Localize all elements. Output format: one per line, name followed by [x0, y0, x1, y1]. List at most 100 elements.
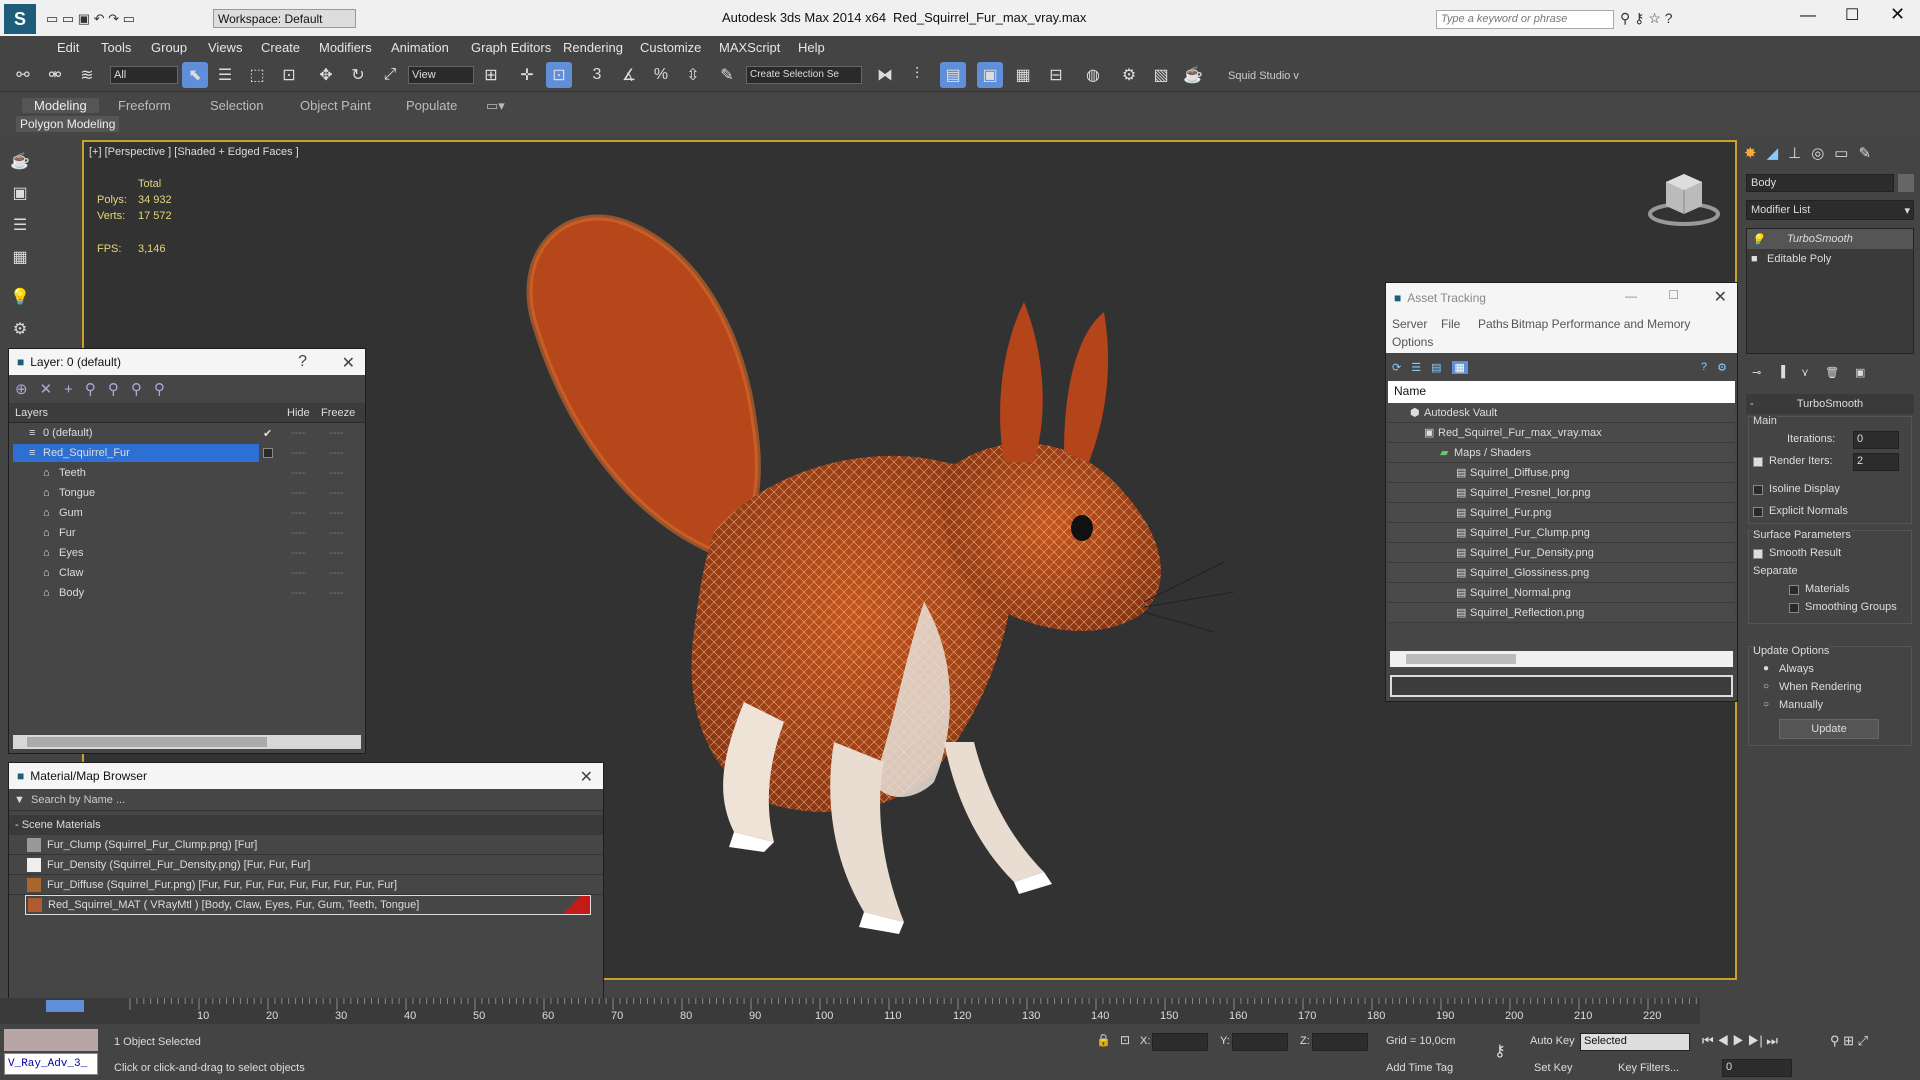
material-close-icon[interactable]: ✕: [580, 767, 593, 787]
playback-controls-icon[interactable]: ⏮ ◀ ▶ ▶| ⏭: [1702, 1033, 1778, 1049]
modifier-stack[interactable]: 💡 TurboSmooth ■ Editable Poly: [1746, 228, 1914, 354]
freeze-col[interactable]: Freeze: [321, 407, 355, 419]
search-dropdown-icon[interactable]: ▼: [14, 794, 25, 806]
hide-col[interactable]: Hide: [287, 407, 310, 419]
make-unique-icon[interactable]: ⋎: [1801, 366, 1809, 379]
current-frame-field[interactable]: 0: [1722, 1059, 1792, 1077]
hierarchy-tab-icon[interactable]: ⊥: [1788, 144, 1801, 162]
asset-row[interactable]: ▤ Squirrel_Normal.png: [1388, 583, 1735, 603]
keyboard-shortcut-override-icon[interactable]: ⊡: [546, 62, 572, 88]
asset-minimize-icon[interactable]: —: [1625, 289, 1637, 303]
show-end-result-icon[interactable]: ▐: [1777, 366, 1785, 378]
timeline-ruler[interactable]: [120, 998, 1700, 1024]
highlight-layer-icon[interactable]: ⚲: [108, 380, 119, 398]
asset-name-header[interactable]: Name: [1388, 381, 1735, 403]
hide-all-icon[interactable]: ⚲: [131, 380, 142, 398]
polygon-modeling-panel[interactable]: Polygon Modeling: [16, 116, 120, 132]
percent-snap-icon[interactable]: %: [648, 62, 674, 88]
edit-named-selection-icon[interactable]: ✎: [714, 62, 740, 88]
always-radio[interactable]: ●: [1763, 663, 1769, 674]
hide-toggle[interactable]: ----: [291, 447, 306, 459]
asset-settings-icon[interactable]: ⚙: [1717, 361, 1727, 374]
menu-group[interactable]: Group: [151, 40, 187, 55]
maximize-button[interactable]: ☐: [1845, 5, 1859, 25]
y-coord-field[interactable]: [1232, 1033, 1288, 1051]
hide-toggle[interactable]: ----: [291, 507, 306, 519]
hide-toggle[interactable]: ----: [291, 427, 306, 439]
asset-row[interactable]: ▤ Squirrel_Reflection.png: [1388, 603, 1735, 623]
menu-graph-editors[interactable]: Graph Editors: [471, 40, 551, 55]
layer-object-row[interactable]: ⌂ Eyes ---- ----: [9, 543, 365, 563]
bulb-icon[interactable]: 💡: [1751, 233, 1765, 246]
check-icon[interactable]: ✔: [263, 427, 272, 440]
link-icon[interactable]: ⚯: [10, 62, 36, 88]
freeze-toggle[interactable]: ----: [329, 507, 344, 519]
spinner-snap-icon[interactable]: ⇳: [680, 62, 706, 88]
selection-set-dropdown[interactable]: Selected: [1580, 1033, 1690, 1051]
layer-close-icon[interactable]: ✕: [342, 353, 355, 373]
schematic-view-icon[interactable]: ⊟: [1043, 62, 1069, 88]
materials-checkbox[interactable]: [1789, 585, 1799, 595]
z-coord-field[interactable]: [1312, 1033, 1368, 1051]
remove-modifier-icon[interactable]: 🗑: [1825, 366, 1839, 379]
freeze-toggle[interactable]: ----: [329, 567, 344, 579]
workspace-dropdown[interactable]: Workspace: Default: [213, 9, 356, 28]
unlink-icon[interactable]: ⚮: [42, 62, 68, 88]
layers-col[interactable]: Layers: [15, 407, 48, 419]
asset-menu-server[interactable]: Server: [1392, 317, 1427, 331]
render-production-icon[interactable]: ☕: [1180, 62, 1206, 88]
select-in-layer-icon[interactable]: ⚲: [85, 380, 96, 398]
smoothing-groups-checkbox[interactable]: [1789, 603, 1799, 613]
asset-row[interactable]: ▤ Squirrel_Fur_Clump.png: [1388, 523, 1735, 543]
menu-rendering[interactable]: Rendering: [563, 40, 623, 55]
table-view-icon[interactable]: ▤: [1431, 361, 1441, 374]
render-setup-icon[interactable]: ⚙: [1116, 62, 1142, 88]
key-filters-button[interactable]: Key Filters...: [1618, 1062, 1679, 1074]
asset-scrollbar[interactable]: [1390, 651, 1733, 667]
set-key-button[interactable]: Set Key: [1534, 1062, 1573, 1074]
material-browser-window[interactable]: ■ Material/Map Browser ✕ ▼ Search by Nam…: [8, 762, 604, 1024]
select-by-name-icon[interactable]: ☰: [212, 62, 238, 88]
asset-tracking-titlebar[interactable]: ■ Asset Tracking — ☐ ✕: [1386, 283, 1737, 313]
minimize-button[interactable]: —: [1800, 7, 1816, 25]
isoline-checkbox[interactable]: [1753, 485, 1763, 495]
asset-row[interactable]: ▤ Squirrel_Fur_Density.png: [1388, 543, 1735, 563]
ribbon-options-icon[interactable]: ▭▾: [486, 98, 505, 114]
asset-row[interactable]: ⬢ Autodesk Vault: [1388, 403, 1735, 423]
asset-path-field[interactable]: [1390, 675, 1733, 697]
viewcube-icon[interactable]: [1644, 170, 1724, 230]
menu-help[interactable]: Help: [798, 40, 825, 55]
rect-selection-icon[interactable]: ⬚: [244, 62, 270, 88]
update-button[interactable]: Update: [1779, 719, 1879, 739]
menu-views[interactable]: Views: [208, 40, 242, 55]
asset-row[interactable]: ▤ Squirrel_Glossiness.png: [1388, 563, 1735, 583]
add-to-layer-icon[interactable]: +: [64, 381, 73, 398]
delete-layer-icon[interactable]: ✕: [40, 380, 53, 398]
light-icon[interactable]: 💡: [7, 284, 33, 310]
key-mode-icon[interactable]: ⚷: [1494, 1041, 1506, 1061]
layer-object-row[interactable]: ⌂ Body ---- ----: [9, 583, 365, 603]
turbosmooth-rollout-header[interactable]: - TurboSmooth: [1746, 394, 1914, 414]
layer-help-button[interactable]: ?: [298, 353, 307, 371]
absolute-mode-icon[interactable]: ⊡: [1120, 1033, 1130, 1047]
move-icon[interactable]: ✥: [313, 62, 339, 88]
bind-space-warp-icon[interactable]: ≋: [74, 62, 100, 88]
freeze-toggle[interactable]: ----: [329, 527, 344, 539]
grid-icon[interactable]: ▦: [7, 244, 33, 270]
freeze-toggle[interactable]: ----: [329, 467, 344, 479]
motion-tab-icon[interactable]: ◎: [1811, 144, 1824, 162]
scene-materials-header[interactable]: - Scene Materials: [9, 815, 603, 835]
hide-toggle[interactable]: ----: [291, 467, 306, 479]
maxscript-listener[interactable]: V_Ray_Adv_3_: [4, 1053, 98, 1075]
angle-snap-icon[interactable]: ∡: [616, 62, 642, 88]
scale-icon[interactable]: ⤢: [377, 62, 403, 88]
layer-object-row[interactable]: ⌂ Teeth ---- ----: [9, 463, 365, 483]
list-icon[interactable]: ☰: [7, 212, 33, 238]
close-button[interactable]: ✕: [1890, 4, 1905, 25]
hide-toggle[interactable]: ----: [291, 487, 306, 499]
tab-modeling[interactable]: Modeling: [22, 98, 99, 113]
freeze-toggle[interactable]: ----: [329, 427, 344, 439]
freeze-toggle[interactable]: ----: [329, 487, 344, 499]
select-object-icon[interactable]: ⬉: [182, 62, 208, 88]
new-layer-icon[interactable]: ⊕: [15, 380, 28, 398]
